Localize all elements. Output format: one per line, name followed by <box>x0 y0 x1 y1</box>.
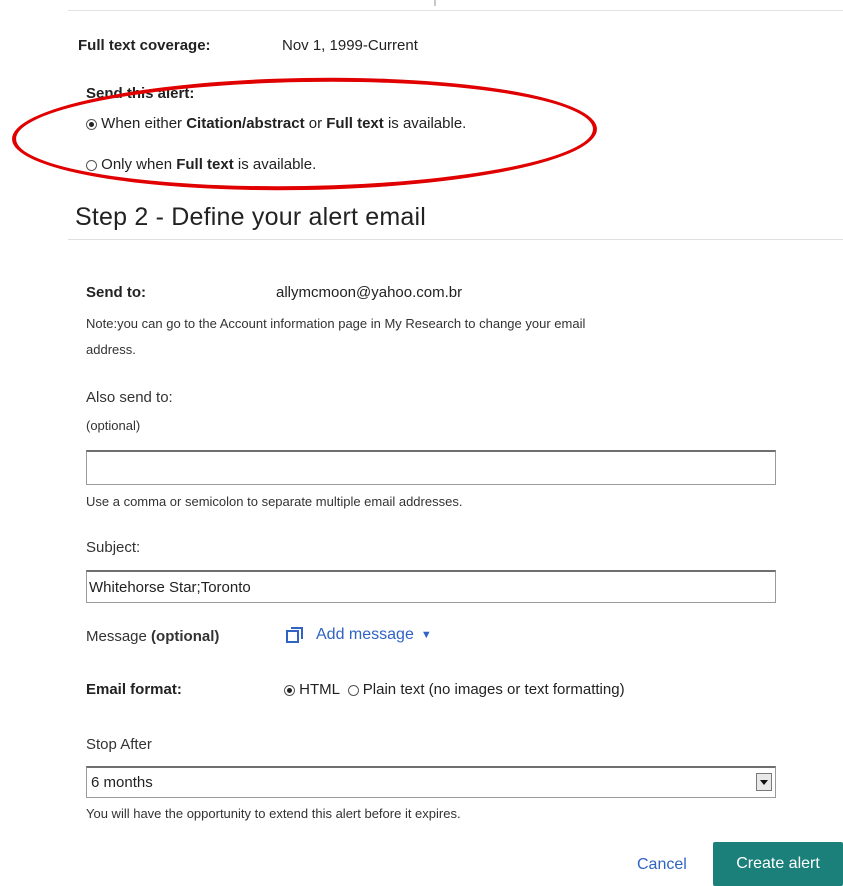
also-send-hint: Use a comma or semicolon to separate mul… <box>86 494 463 509</box>
top-divider <box>68 10 843 11</box>
subject-input-value: Whitehorse Star;Toronto <box>89 579 251 596</box>
stop-after-label: Stop After <box>86 736 152 753</box>
stop-after-selected: 6 months <box>91 774 153 791</box>
stop-after-select[interactable]: 6 months <box>86 766 776 798</box>
format-plain-label[interactable]: Plain text (no images or text formatting… <box>363 681 625 698</box>
top-divider-mark <box>434 0 436 6</box>
message-optional: (optional) <box>151 628 220 645</box>
subject-label: Subject: <box>86 539 141 556</box>
coverage-label: Full text coverage: <box>78 37 211 54</box>
add-message-link[interactable]: Add message ▼ <box>286 626 432 644</box>
message-label: Message (optional) <box>86 628 219 645</box>
stop-after-hint: You will have the opportunity to extend … <box>86 806 461 821</box>
expand-window-icon <box>286 626 303 644</box>
step2-divider <box>68 239 843 240</box>
add-message-text[interactable]: Add message <box>316 626 414 644</box>
coverage-value: Nov 1, 1999-Current <box>282 37 418 54</box>
also-send-input[interactable] <box>86 450 776 485</box>
also-send-input-value <box>87 452 775 468</box>
format-html-radio[interactable] <box>284 684 295 696</box>
create-alert-button[interactable]: Create alert <box>713 842 843 886</box>
also-send-label: Also send to: <box>86 389 173 406</box>
also-send-optional: (optional) <box>86 418 141 433</box>
send-to-value: allymcmoon@yahoo.com.br <box>276 284 463 301</box>
step2-heading: Step 2 - Define your alert email <box>75 203 427 231</box>
format-html-label[interactable]: HTML <box>299 681 339 698</box>
send-to-note-line1: Note:you can go to the Account informati… <box>86 316 586 331</box>
format-plain-radio[interactable] <box>347 684 359 696</box>
subject-input[interactable]: Whitehorse Star;Toronto <box>86 570 776 603</box>
email-format-options: HTML Plain text (no images or text forma… <box>284 681 625 698</box>
dropdown-arrow-icon[interactable] <box>756 773 772 791</box>
send-to-label: Send to: <box>86 284 146 301</box>
send-to-note-line2: address. <box>86 342 136 357</box>
cancel-button[interactable]: Cancel <box>637 856 687 874</box>
email-format-label: Email format: <box>86 681 182 698</box>
chevron-down-icon: ▼ <box>420 629 432 641</box>
message-label-text: Message <box>86 628 152 645</box>
